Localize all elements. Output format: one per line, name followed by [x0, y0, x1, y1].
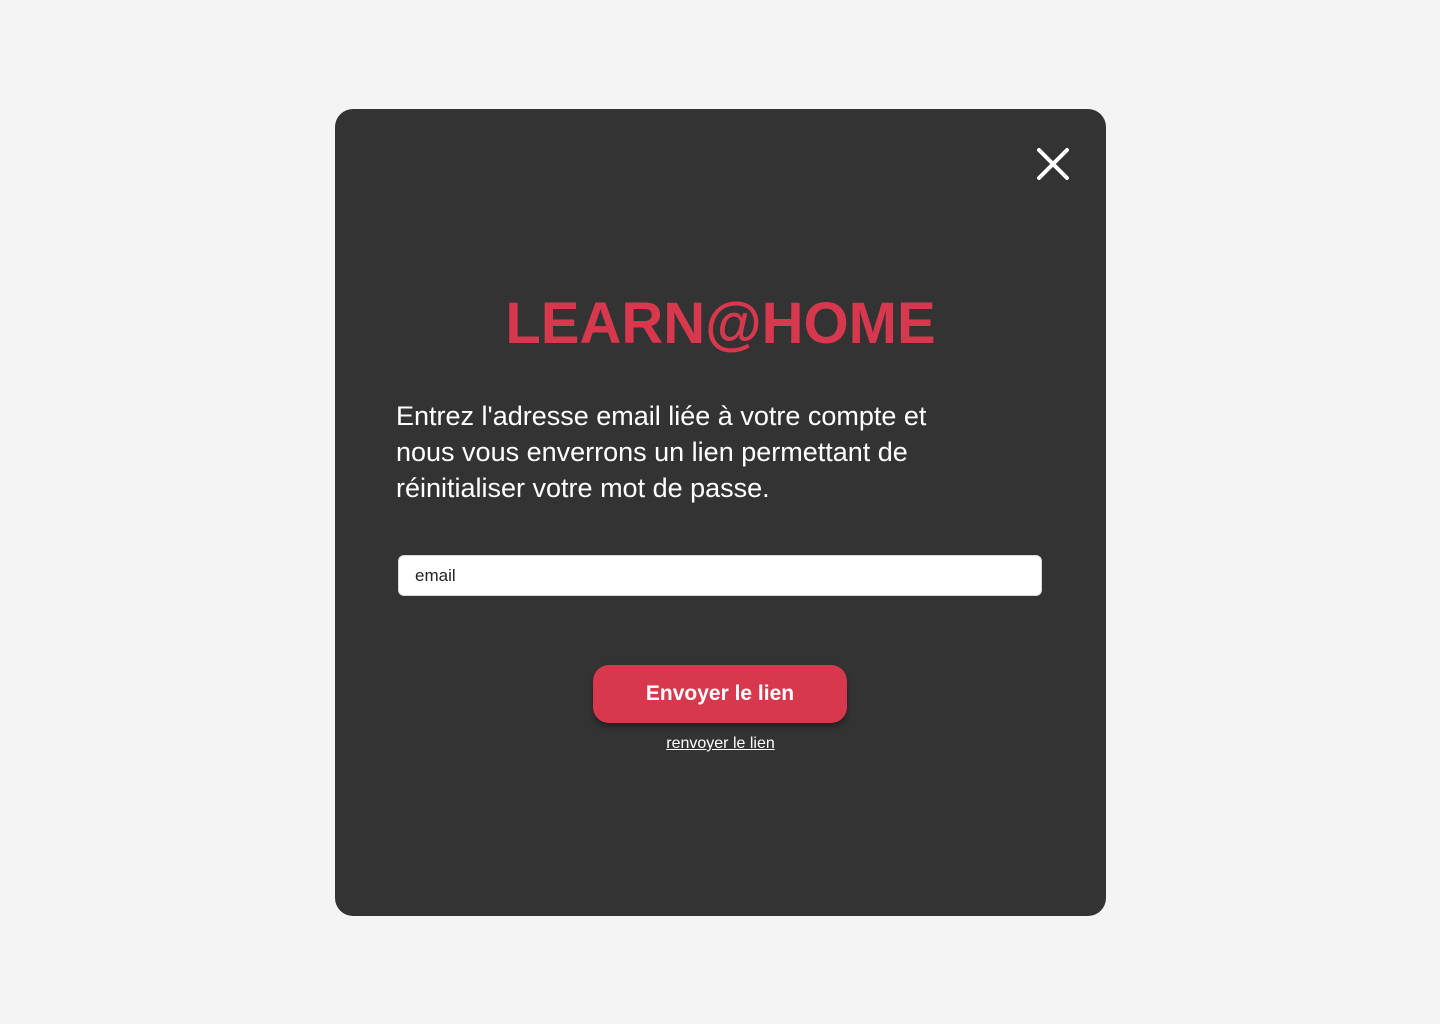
send-link-button[interactable]: Envoyer le lien: [593, 665, 847, 723]
resend-link[interactable]: renvoyer le lien: [335, 734, 1106, 754]
close-icon: [1037, 148, 1069, 180]
instructions-text: Entrez l'adresse email liée à votre comp…: [396, 401, 927, 503]
password-reset-modal: LEARN@HOME Entrez l'adresse email liée à…: [335, 109, 1106, 916]
close-button[interactable]: [1036, 147, 1070, 181]
brand-title: LEARN@HOME: [505, 291, 936, 356]
email-input[interactable]: [398, 555, 1042, 596]
